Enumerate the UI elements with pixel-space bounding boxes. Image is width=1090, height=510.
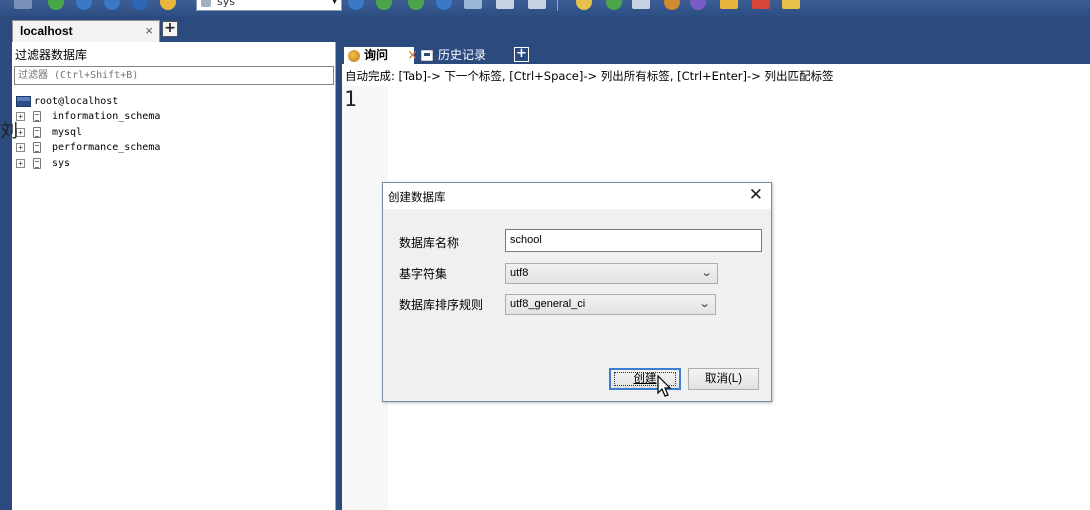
connect-icon[interactable] [14,0,32,9]
tree-item-label: information_schema [52,111,161,122]
user-icon[interactable] [160,0,176,10]
tree-root-server[interactable]: root@localhost [15,94,160,109]
execute-icon[interactable] [376,0,392,10]
backup-icon[interactable] [606,0,622,10]
collation-select[interactable]: utf8_general_ci ⌄ [505,294,716,315]
add-query-tab-button[interactable]: + [514,47,529,62]
collation-label: 数据库排序规则 [399,298,484,312]
tab-history[interactable]: 历史记录 [420,47,512,64]
expand-icon[interactable]: + [16,143,25,152]
tree-item-label: sys [52,157,71,169]
connection-tab-localhost[interactable]: localhost × [12,20,160,42]
table-data-icon[interactable] [464,0,482,9]
close-icon[interactable]: ✕ [749,185,763,205]
new-connection-icon[interactable] [48,0,64,10]
database-icon[interactable] [104,0,120,10]
object-browser-title: 过滤器数据库 [15,48,88,62]
tree-item-label: performance_schema [52,142,161,153]
execute-all-icon[interactable] [408,0,424,10]
expand-icon[interactable]: + [16,158,25,168]
connection-tab-strip: localhost × + [0,17,1090,42]
stop-icon[interactable] [436,0,452,10]
dialog-title: 创建数据库 [388,190,446,204]
line-number: 1 [344,87,357,111]
tree-item-database[interactable]: + sys [15,156,160,172]
query-tab-strip: 询问 × 历史记录 + [342,42,1090,64]
database-select[interactable]: sys ▼ [196,0,342,11]
create-database-dialog: 创建数据库 ✕ 数据库名称 school 基字符集 utf8 ⌄ 数据库排序规则… [382,182,772,402]
chevron-down-icon[interactable]: ▼ [331,0,338,10]
dialog-titlebar: 创建数据库 ✕ [383,183,771,209]
database-icon [33,126,41,138]
database-name-input[interactable]: school [505,229,762,252]
database-icon [33,157,41,169]
database-select-value: sys [217,0,235,8]
server-icon [16,96,31,107]
grid-icon[interactable] [528,0,546,9]
tree-item-database[interactable]: + mysql [15,125,160,141]
charset-select[interactable]: utf8 ⌄ [505,263,718,284]
chevron-down-icon: ⌄ [700,267,713,279]
tab-query[interactable]: 询问 × [344,47,418,64]
database-icon [201,0,211,7]
tab-query-label: 询问 [364,48,389,62]
users-icon[interactable] [690,0,706,10]
charset-select-value: utf8 [510,267,529,279]
object-browser: 过滤器数据库 root@localhost + information_sche… [12,42,336,510]
tree-item-label: mysql [52,126,83,138]
toolbar-separator [557,0,558,11]
query-icon [348,50,360,62]
collation-select-value: utf8_general_ci [510,298,586,310]
stray-glyph: 刘 [0,121,18,142]
cancel-button[interactable]: 取消(L) [688,368,759,390]
close-icon[interactable]: × [407,47,418,64]
database-tree: root@localhost + information_schema + my… [15,94,160,171]
create-button-label: 创建 [633,373,657,385]
history-icon [421,50,433,61]
mouse-cursor-icon [657,375,672,397]
autocomplete-hint: 自动完成: [Tab]-> 下一个标签, [Ctrl+Space]-> 列出所有… [345,69,834,83]
table-icon[interactable] [132,0,148,10]
database-icon [33,111,41,122]
tree-item-database[interactable]: + information_schema [15,109,160,125]
tools-icon[interactable] [576,0,592,10]
close-icon[interactable]: × [145,21,153,41]
query-run-icon[interactable] [348,0,364,10]
refresh-icon[interactable] [76,0,92,10]
key-icon[interactable] [720,0,738,9]
history-tool-icon[interactable] [782,0,800,9]
tab-history-label: 历史记录 [438,48,487,62]
connection-tab-label: localhost [20,24,73,38]
charset-label: 基字符集 [399,267,448,281]
database-icon [33,142,41,153]
add-connection-tab-button[interactable]: + [162,21,178,37]
main-toolbar: sys ▼ [0,0,1090,17]
export-icon[interactable] [632,0,650,9]
chevron-down-icon: ⌄ [698,298,711,310]
schema-icon[interactable] [496,0,514,9]
database-name-label: 数据库名称 [399,236,460,250]
tree-item-database[interactable]: + performance_schema [15,140,160,156]
tree-root-label: root@localhost [34,96,119,107]
schedule-icon[interactable] [664,0,680,10]
report-icon[interactable] [752,0,770,9]
database-filter-input[interactable] [14,66,334,85]
